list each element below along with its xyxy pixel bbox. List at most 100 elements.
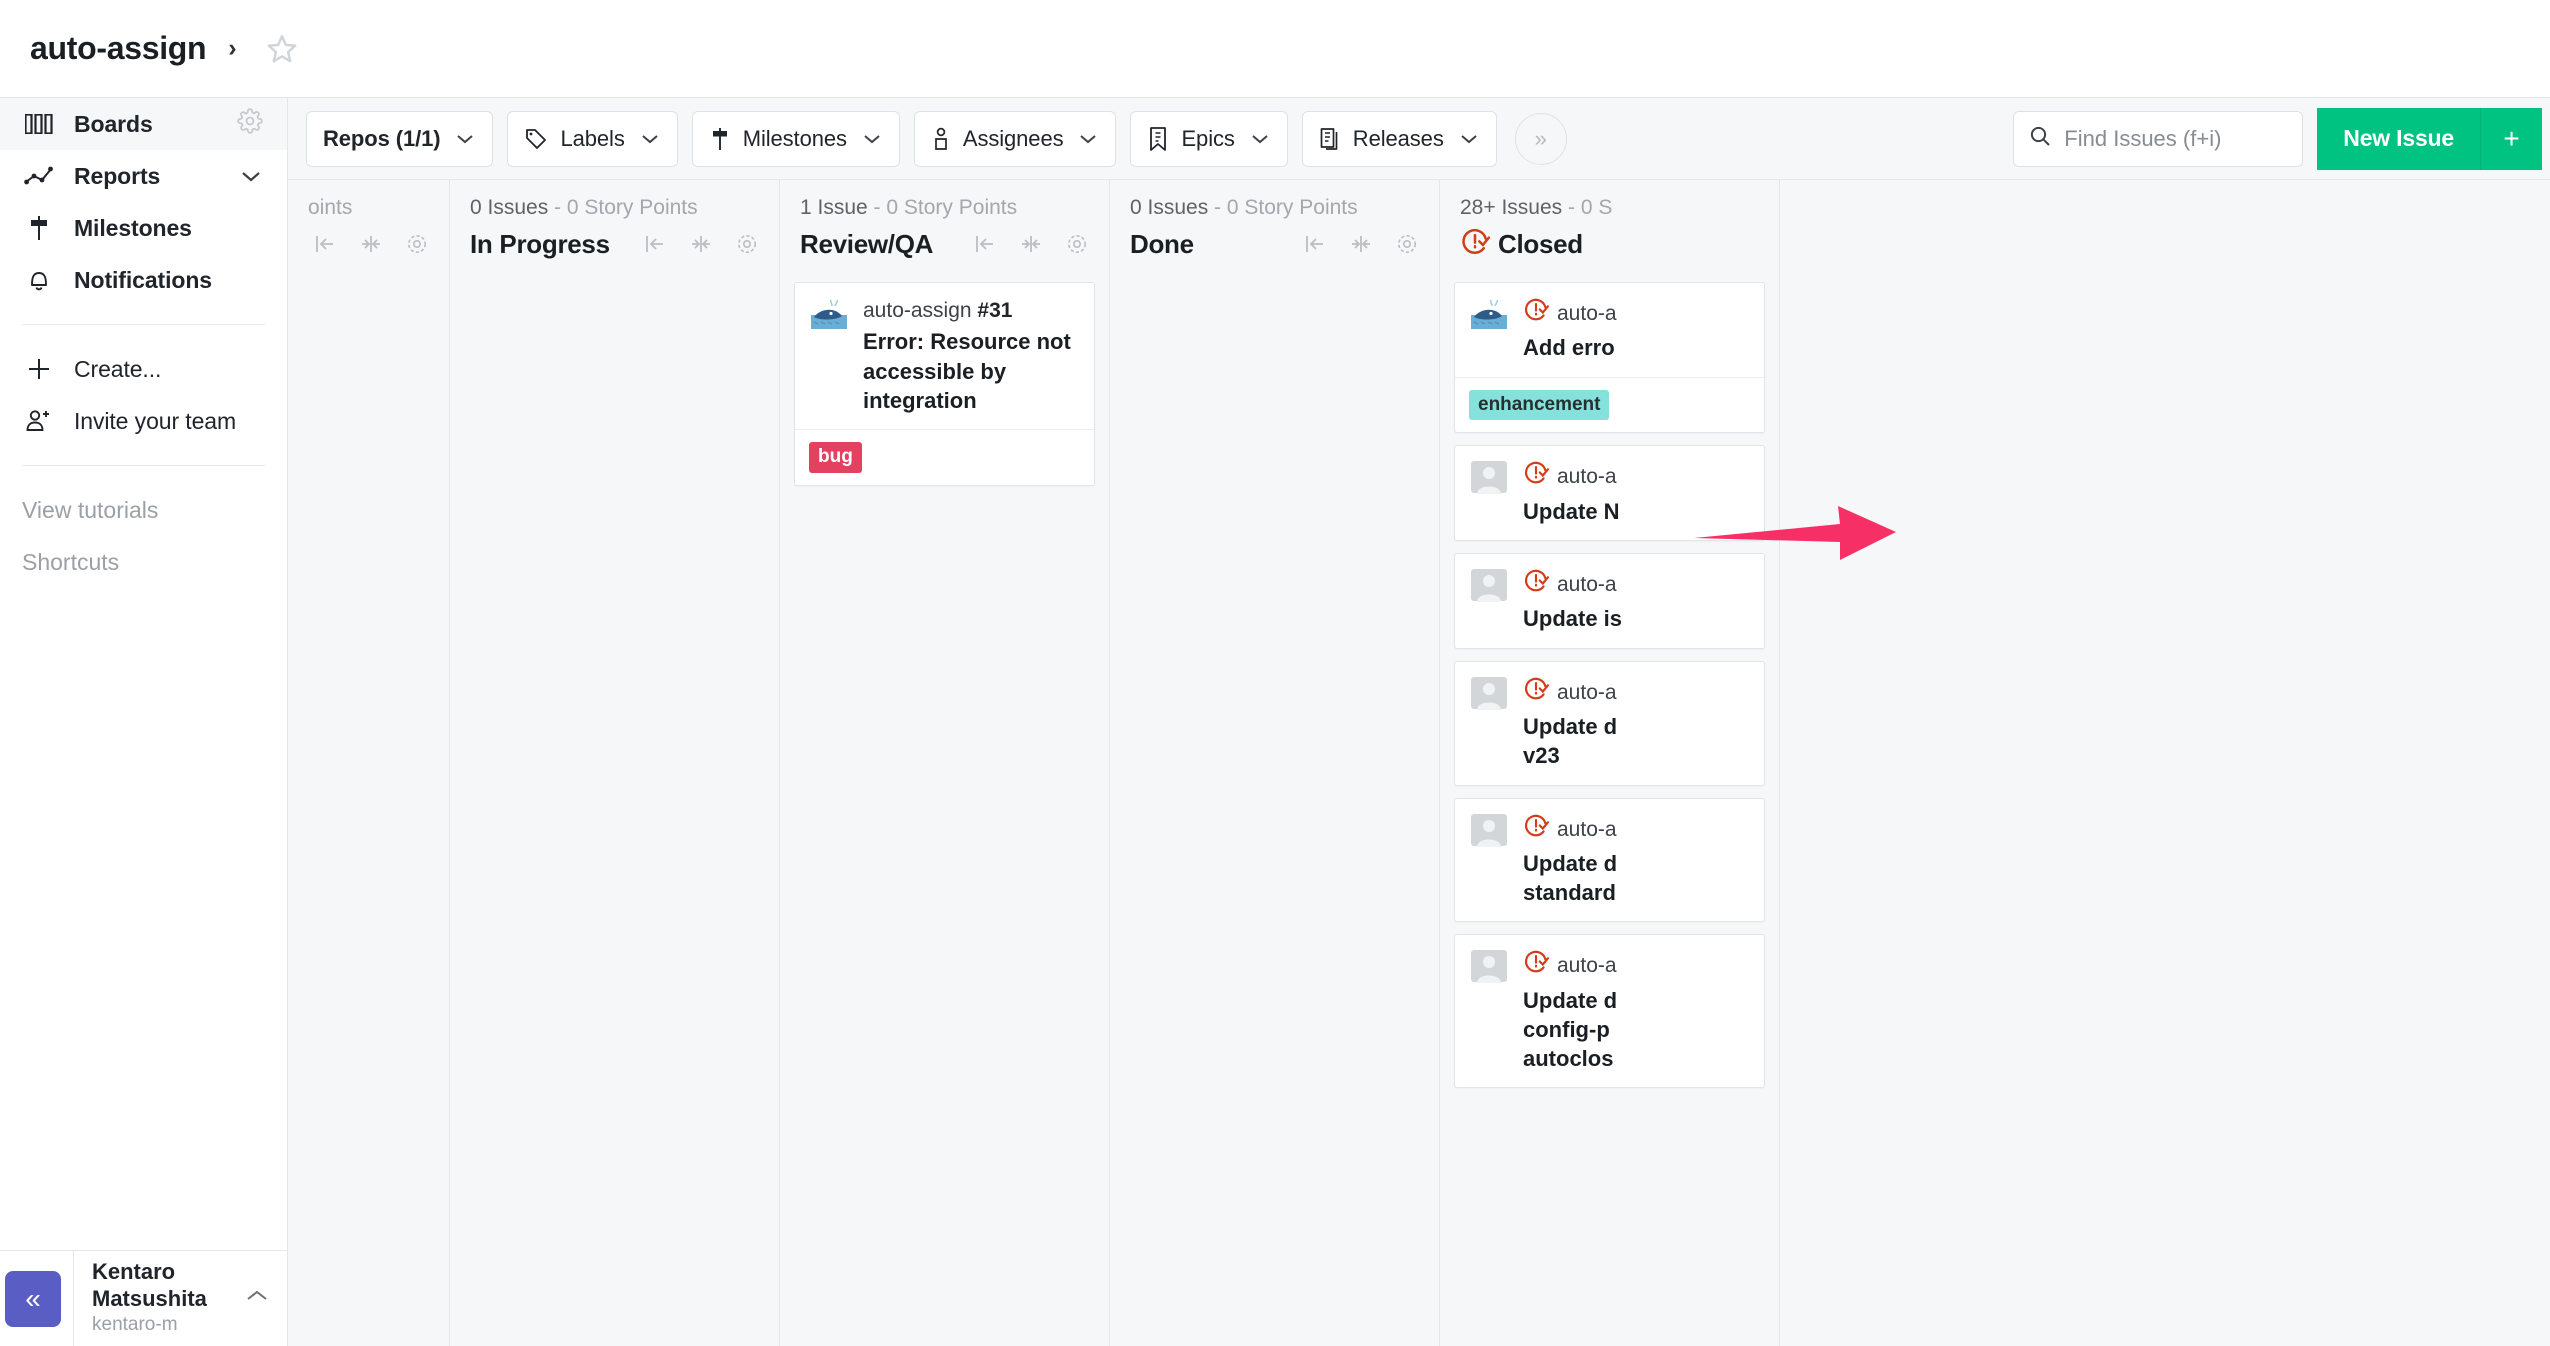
card-title: Update d v23	[1523, 714, 1618, 769]
column-header: 1 Issue - 0 Story Points Review/QA	[780, 180, 1109, 272]
new-issue-group: New Issue +	[2317, 107, 2542, 170]
chevron-down-icon[interactable]	[239, 163, 263, 190]
column-header: 0 Issues - 0 Story Points In Progress	[450, 180, 779, 272]
chevron-up-icon[interactable]	[244, 1288, 270, 1309]
issue-card[interactable]: auto-a Update d v23	[1454, 660, 1765, 786]
top-bar: auto-assign ›	[0, 0, 2550, 98]
issue-card[interactable]: auto-a Update d config-p autoclos	[1454, 934, 1765, 1089]
issue-closed-icon	[1523, 676, 1549, 710]
releases-stack-icon	[1319, 126, 1341, 152]
sidebar-item-reports[interactable]: Reports	[0, 150, 287, 202]
bell-icon	[22, 265, 56, 295]
filter-label: Releases	[1352, 125, 1444, 151]
issue-card[interactable]: auto-a Update d standard	[1454, 797, 1765, 923]
sidebar-item-label: Invite your team	[74, 407, 237, 434]
collapse-column-icon[interactable]	[1019, 234, 1043, 254]
column-counts: oints	[308, 196, 429, 220]
user-name: Kentaro Matsushita	[92, 1259, 207, 1311]
move-left-icon[interactable]	[313, 234, 337, 254]
filter-releases[interactable]: Releases	[1301, 110, 1497, 167]
card-meta: auto-a	[1523, 460, 1750, 494]
sidebar-item-shortcuts[interactable]: Shortcuts	[0, 536, 287, 588]
chevron-down-icon	[454, 126, 476, 152]
gear-icon[interactable]	[735, 232, 759, 256]
sidebar-divider-1	[22, 324, 265, 325]
tag-icon	[524, 127, 548, 151]
column-cards[interactable]	[1110, 272, 1439, 1346]
chevron-right-icon[interactable]: ›	[228, 34, 236, 63]
sidebar-item-view-tutorials[interactable]: View tutorials	[0, 484, 287, 536]
issue-closed-icon	[1523, 460, 1549, 494]
move-left-icon[interactable]	[1303, 234, 1327, 254]
chevron-down-icon	[861, 126, 883, 152]
filter-labels[interactable]: Labels	[507, 110, 678, 167]
collapse-sidebar-button[interactable]: «	[5, 1270, 61, 1327]
issue-card[interactable]: auto-a Add erro enhancement	[1454, 282, 1765, 434]
filter-label: Epics	[1181, 125, 1235, 151]
whale-avatar	[1469, 297, 1509, 331]
card-repo: auto-a	[1557, 302, 1617, 325]
filter-epics[interactable]: Epics	[1130, 110, 1288, 167]
column-header: 28+ Issues - 0 S Closed	[1440, 180, 1779, 272]
column-points: 0 Story Points	[566, 196, 698, 219]
label-chip[interactable]: enhancement	[1469, 389, 1610, 421]
card-meta: auto-assign #31	[863, 297, 1080, 325]
move-left-icon[interactable]	[643, 234, 667, 254]
card-meta: auto-a	[1523, 949, 1750, 983]
sidebar-item-boards[interactable]: Boards	[0, 98, 287, 150]
issue-closed-icon	[1523, 949, 1549, 983]
filter-repos[interactable]: Repos (1/1)	[306, 110, 494, 167]
gear-icon[interactable]	[1065, 232, 1089, 256]
move-left-icon[interactable]	[973, 234, 997, 254]
issue-card[interactable]: auto-a Update N	[1454, 445, 1765, 542]
card-title: Update is	[1523, 606, 1623, 632]
issue-closed-icon	[1460, 227, 1490, 262]
more-filters-button[interactable]: »	[1514, 112, 1567, 165]
sidebar-item-invite-your-team[interactable]: Invite your team	[0, 395, 287, 447]
chevron-down-icon	[1077, 126, 1099, 152]
collapse-column-icon[interactable]	[689, 234, 713, 254]
gear-icon[interactable]	[1395, 232, 1419, 256]
person-plus-icon	[22, 406, 56, 436]
column-title: Done	[1130, 228, 1194, 259]
column-issue-count: 0 Issues	[470, 196, 549, 219]
card-meta: auto-a	[1523, 813, 1750, 847]
issue-card[interactable]: auto-assign #31 Error: Resource not acce…	[794, 282, 1095, 486]
star-outline-icon[interactable]	[265, 32, 299, 66]
collapse-column-icon[interactable]	[1349, 234, 1373, 254]
issue-card[interactable]: auto-a Update is	[1454, 553, 1765, 649]
new-issue-plus-button[interactable]: +	[2480, 107, 2542, 170]
column-cards[interactable]	[450, 272, 779, 1346]
plus-icon	[22, 354, 56, 384]
sidebar-item-label: Notifications	[74, 266, 212, 293]
column-actions	[1303, 232, 1419, 256]
column-cards[interactable]: auto-assign #31 Error: Resource not acce…	[780, 272, 1109, 1346]
column-cards[interactable]	[288, 272, 449, 1346]
sidebar-item-notifications[interactable]: Notifications	[0, 254, 287, 306]
sidebar-divider-2	[22, 465, 265, 466]
label-chip[interactable]: bug	[809, 442, 862, 473]
column-actions	[973, 232, 1089, 256]
new-issue-button[interactable]: New Issue	[2317, 107, 2480, 170]
filter-assignees[interactable]: Assignees	[913, 110, 1117, 167]
gear-icon[interactable]	[405, 232, 429, 256]
filter-milestones[interactable]: Milestones	[691, 110, 900, 167]
column-actions	[643, 232, 759, 256]
generic-avatar	[1469, 568, 1509, 603]
gear-icon[interactable]	[237, 108, 263, 140]
column-points: oints	[308, 196, 353, 219]
user-profile[interactable]: Kentaro Matsushita kentaro-m	[74, 1259, 244, 1337]
search-input[interactable]: Find Issues (f+i)	[2013, 110, 2304, 167]
collapse-column-icon[interactable]	[359, 234, 383, 254]
card-labels: bug	[795, 429, 1094, 485]
sidebar-item-create[interactable]: Create...	[0, 343, 287, 395]
column-cards[interactable]: auto-a Add erro enhancement auto-a Updat…	[1440, 272, 1779, 1346]
column-points: 0 S	[1580, 196, 1613, 219]
sidebar-item-milestones[interactable]: Milestones	[0, 202, 287, 254]
sidebar: Boards Reports Milestones Notifications …	[0, 98, 288, 1346]
filter-toolbar: Repos (1/1) Labels Milestones Assignees …	[288, 98, 2550, 180]
whale-avatar	[809, 297, 849, 331]
board-column-done: 0 Issues - 0 Story Points Done	[1110, 180, 1440, 1346]
page-title: auto-assign	[30, 30, 207, 66]
filter-label: Assignees	[962, 125, 1064, 151]
